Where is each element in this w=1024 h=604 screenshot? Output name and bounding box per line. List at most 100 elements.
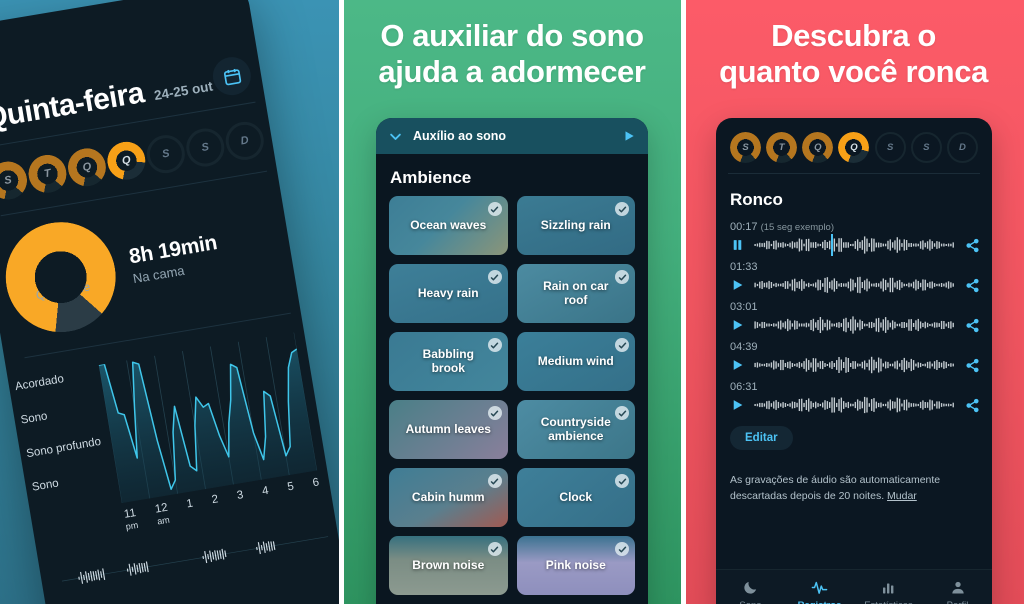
- chart-x-tick: 11 pm: [123, 507, 139, 532]
- panel-left: Quinta-feira 24-25 out STQQSSD 85% Quali…: [0, 0, 341, 604]
- check-icon[interactable]: [487, 202, 502, 216]
- day-circle-q[interactable]: Q: [838, 132, 870, 163]
- recording-timestamp: 04:39: [730, 341, 758, 353]
- check-icon[interactable]: [615, 270, 629, 284]
- bedtime-block: 8h 19min Na cama: [127, 231, 221, 286]
- day-circle-s[interactable]: S: [730, 132, 761, 163]
- tab-label: Registros: [785, 600, 854, 604]
- day-label: D: [959, 142, 966, 153]
- tab-label: Sono: [716, 600, 785, 604]
- sound-card[interactable]: Clock: [516, 468, 635, 527]
- sound-card-grid: Ocean waves Sizzling rain Heavy rain Rain o…: [376, 196, 648, 595]
- recording-row: [728, 396, 980, 414]
- right-phone-mockup: S T Q Q S S D Ronco 00:17 (15 seg exemplo) 01:3…: [716, 118, 992, 604]
- pause-icon[interactable]: [728, 238, 746, 252]
- day-circle-t[interactable]: T: [25, 152, 70, 196]
- day-circle-q[interactable]: Q: [104, 138, 149, 183]
- day-circle-s[interactable]: S: [143, 132, 188, 176]
- share-icon[interactable]: [964, 278, 980, 293]
- play-icon[interactable]: [728, 278, 746, 292]
- play-icon[interactable]: [728, 398, 746, 412]
- play-icon[interactable]: [728, 318, 746, 332]
- week-day-strip: STQQSSD: [716, 118, 992, 173]
- headline-line-1: Descubra o: [771, 18, 936, 53]
- check-icon[interactable]: [615, 474, 629, 488]
- day-label: S: [200, 140, 210, 155]
- sound-card[interactable]: Autumn leaves: [389, 400, 508, 459]
- check-icon[interactable]: [487, 474, 502, 488]
- edit-button[interactable]: Editar: [730, 426, 793, 450]
- sound-card[interactable]: Heavy rain: [389, 264, 508, 323]
- audio-waveform[interactable]: [754, 396, 956, 414]
- day-circle-q[interactable]: Q: [802, 132, 834, 163]
- sound-card-label: Heavy rain: [417, 285, 479, 300]
- chart-y-tick: Sono profundo: [25, 435, 102, 461]
- check-icon[interactable]: [487, 542, 502, 556]
- play-icon[interactable]: [622, 129, 636, 143]
- sound-card[interactable]: Brown noise: [389, 536, 508, 595]
- audio-waveform[interactable]: [754, 356, 956, 374]
- check-icon[interactable]: [615, 542, 629, 556]
- check-icon[interactable]: [487, 270, 502, 284]
- waveform-icon: [785, 578, 854, 597]
- check-icon[interactable]: [615, 406, 629, 420]
- day-label: Q: [81, 160, 93, 174]
- chart-y-tick: Sono: [31, 477, 60, 494]
- day-label: Q: [121, 154, 132, 168]
- day-circle-s[interactable]: S: [0, 158, 30, 203]
- check-icon[interactable]: [487, 338, 502, 352]
- tab-sono[interactable]: Sono: [716, 578, 785, 604]
- day-circle-d[interactable]: D: [946, 132, 978, 163]
- share-icon[interactable]: [964, 398, 980, 413]
- middle-phone-mockup: Auxílio ao sono Ambience Ocean waves Sizz…: [376, 118, 648, 604]
- tab-registros[interactable]: Registros: [785, 578, 854, 604]
- sound-card[interactable]: Countryside ambience: [516, 400, 635, 459]
- audio-waveform[interactable]: [754, 234, 956, 256]
- day-label: Q: [814, 142, 822, 153]
- play-icon[interactable]: [728, 358, 746, 372]
- sound-card[interactable]: Babbling brook: [389, 332, 508, 391]
- change-link[interactable]: Mudar: [887, 490, 917, 502]
- share-icon[interactable]: [964, 238, 980, 253]
- check-icon[interactable]: [487, 406, 502, 420]
- sound-card-label: Babbling brook: [422, 346, 474, 375]
- sound-card[interactable]: Ocean waves: [389, 196, 508, 255]
- tab-estatsticas[interactable]: Estatísticas: [854, 578, 923, 604]
- screenshot-root: Quinta-feira 24-25 out STQQSSD 85% Quali…: [0, 0, 1024, 604]
- recording-list: 00:17 (15 seg exemplo) 01:33 03:01 04:39 06:…: [716, 214, 992, 414]
- day-circle-q[interactable]: Q: [65, 145, 109, 190]
- panel-right: Descubra o quanto você ronca S T Q Q S S D Ron…: [683, 0, 1024, 604]
- note-line-2: descartadas depois de 20 noites.: [730, 490, 888, 503]
- day-circle-s[interactable]: S: [910, 132, 942, 163]
- panel-separator: [681, 0, 686, 604]
- check-icon[interactable]: [615, 202, 629, 216]
- retention-note: As gravações de áudio são automaticament…: [716, 450, 992, 505]
- day-label: D: [239, 134, 250, 148]
- sound-card[interactable]: Rain on car roof: [516, 264, 635, 323]
- share-icon[interactable]: [964, 318, 980, 333]
- chart-x-tick: 1: [185, 497, 194, 511]
- sound-card[interactable]: Sizzling rain: [516, 196, 635, 255]
- date-range: 24-25 out: [152, 78, 214, 104]
- sound-card[interactable]: Cabin humm: [389, 468, 508, 527]
- day-circle-s[interactable]: S: [183, 125, 228, 170]
- day-circle-t[interactable]: T: [766, 132, 798, 163]
- recording-item: 00:17 (15 seg exemplo): [716, 214, 992, 256]
- chevron-down-icon[interactable]: [388, 129, 403, 144]
- audio-waveform[interactable]: [754, 316, 956, 334]
- recording-timestamp: 03:01: [730, 301, 758, 313]
- share-icon[interactable]: [964, 358, 980, 373]
- sleep-aid-topbar[interactable]: Auxílio ao sono: [376, 118, 648, 154]
- day-circle-d[interactable]: D: [222, 119, 267, 163]
- tab-perfil[interactable]: Perfil: [923, 578, 992, 604]
- recording-note: (15 seg exemplo): [760, 222, 834, 233]
- day-circle-s[interactable]: S: [874, 132, 906, 163]
- audio-waveform[interactable]: [754, 276, 956, 294]
- week-day-strip: STQQSSD: [0, 119, 267, 203]
- sound-card[interactable]: Medium wind: [516, 332, 635, 391]
- noise-waveform-strip: [59, 522, 330, 596]
- recording-row: [728, 356, 980, 374]
- check-icon[interactable]: [615, 338, 629, 352]
- sound-card-label: Brown noise: [412, 557, 485, 572]
- sound-card[interactable]: Pink noise: [516, 536, 635, 595]
